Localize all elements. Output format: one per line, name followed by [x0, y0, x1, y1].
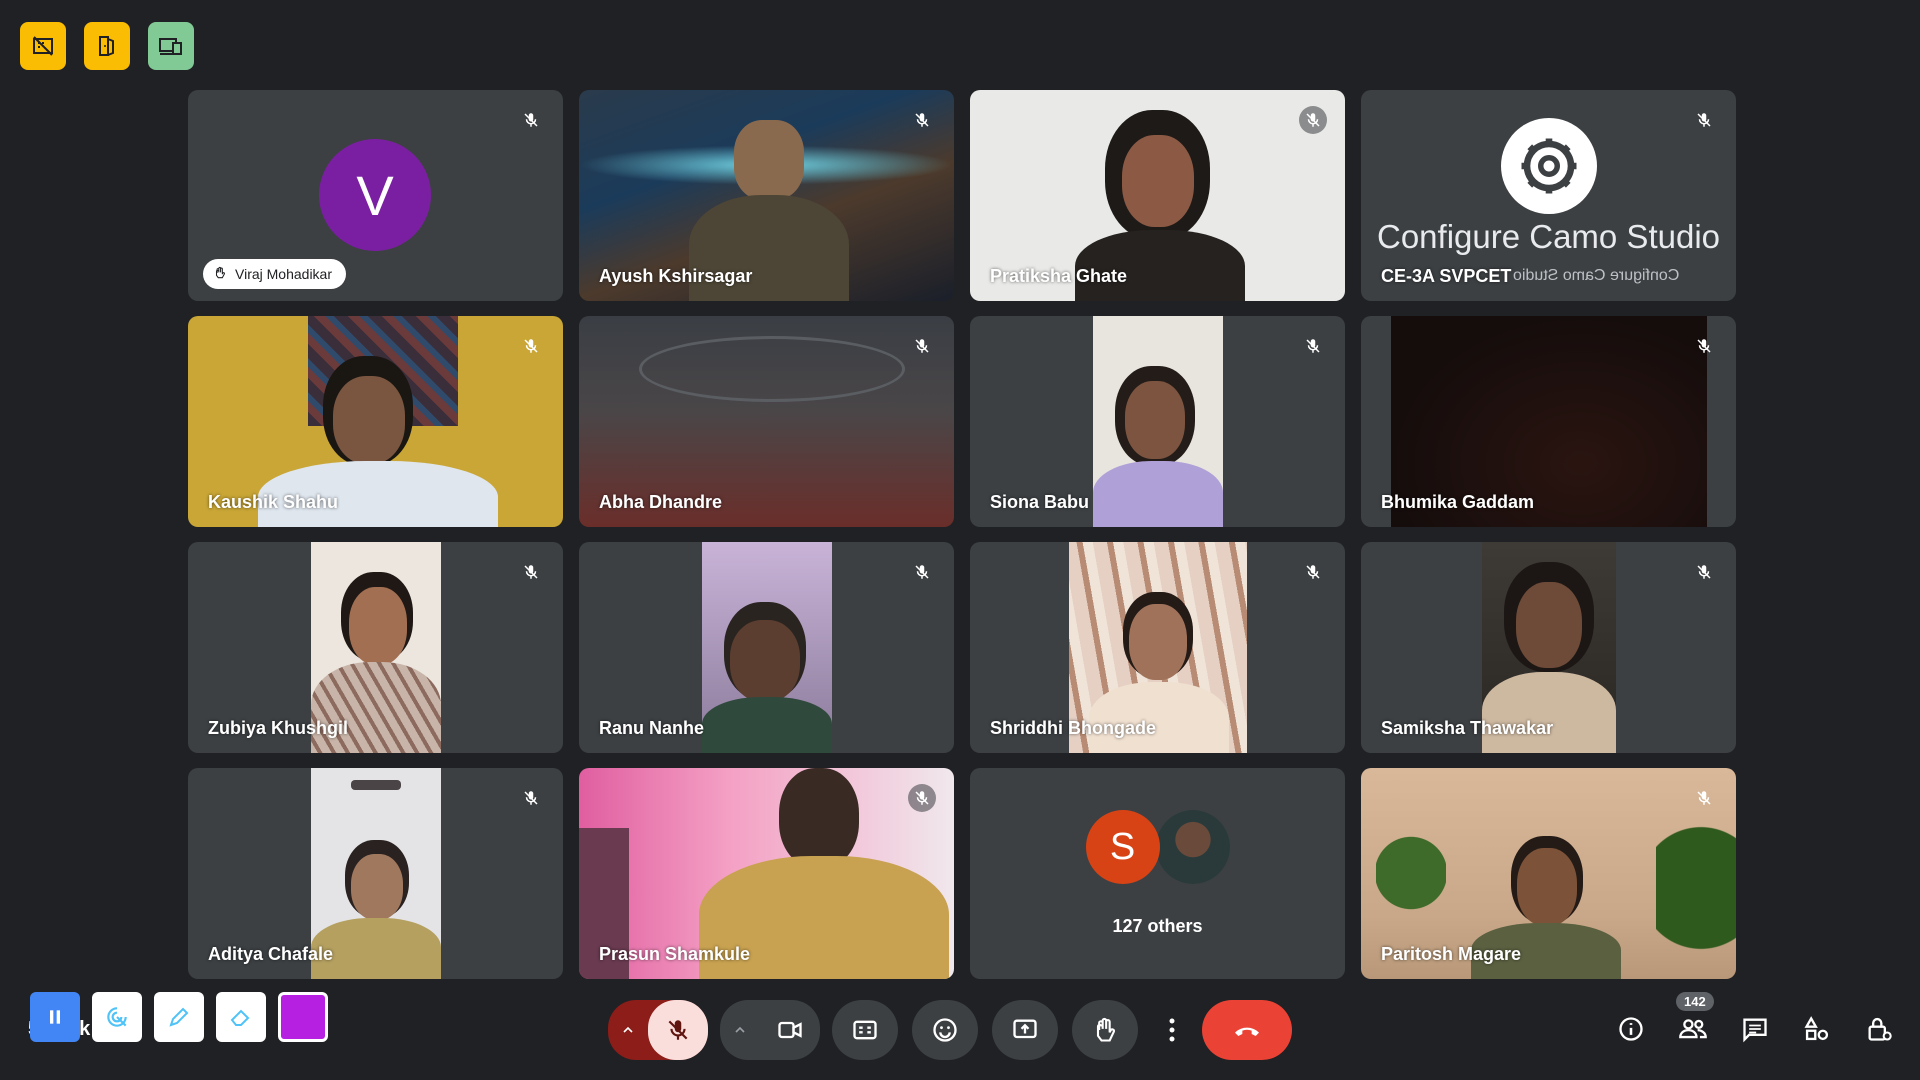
door-icon[interactable]: [84, 22, 130, 70]
avatar: S: [1085, 810, 1160, 884]
side-panel-controls: 142: [1612, 992, 1898, 1052]
leave-call-button[interactable]: [1202, 1000, 1292, 1060]
person-head: [333, 376, 405, 464]
mic-off-icon: [1299, 558, 1327, 586]
participant-tile[interactable]: Pratiksha Ghate: [970, 90, 1345, 301]
raise-hand-button[interactable]: [1072, 1000, 1138, 1060]
mic-off-icon: [1299, 332, 1327, 360]
participant-tile[interactable]: Bhumika Gaddam: [1361, 316, 1736, 527]
participant-name: Paritosh Magare: [1381, 944, 1522, 964]
laser-pointer-button[interactable]: [92, 992, 142, 1042]
plant: [1656, 788, 1736, 979]
participant-name: Zubiya Khushgil: [208, 718, 349, 738]
participant-name: Ayush Kshirsagar: [599, 266, 753, 286]
captions-button[interactable]: [832, 1000, 898, 1060]
top-toolbar: [20, 22, 194, 70]
mic-off-icon: [908, 558, 936, 586]
participant-tile[interactable]: V Viraj Mohadikar: [188, 90, 563, 301]
ceiling: [639, 336, 905, 402]
participant-name: Kaushik Shahu: [208, 492, 339, 512]
avatar: V: [319, 139, 431, 251]
emoji-button[interactable]: [912, 1000, 978, 1060]
pause-button[interactable]: [30, 992, 80, 1042]
participant-grid: V Viraj Mohadikar Ayush Kshirsagar Prati…: [188, 90, 1736, 979]
participant-tile[interactable]: Abha Dhandre: [579, 316, 954, 527]
video-feed: [701, 542, 832, 753]
hide-video-icon[interactable]: [20, 22, 66, 70]
others-avatars: S: [970, 810, 1345, 884]
person-head: [1517, 848, 1577, 926]
participant-name: CE-3A SVPCET: [1381, 266, 1512, 286]
participant-tile[interactable]: Kaushik Shahu: [188, 316, 563, 527]
mic-off-icon: [517, 558, 545, 586]
participant-name: Samiksha Thawakar: [1381, 718, 1554, 738]
mic-off-icon: [1690, 106, 1718, 134]
camera-options-button[interactable]: [720, 1000, 760, 1060]
camo-logo-icon: [1501, 118, 1597, 214]
mic-off-icon: [517, 332, 545, 360]
mic-off-icon: [517, 784, 545, 812]
participant-tile[interactable]: Ranu Nanhe: [579, 542, 954, 753]
participant-tile[interactable]: Zubiya Khushgil: [188, 542, 563, 753]
avatar: [1155, 810, 1230, 884]
participant-tile[interactable]: Paritosh Magare: [1361, 768, 1736, 979]
name-chip: Viraj Mohadikar: [203, 259, 347, 289]
participant-name: Pratiksha Ghate: [990, 266, 1128, 286]
participant-name: Siona Babu: [990, 492, 1090, 512]
mic-options-button[interactable]: [608, 1000, 648, 1060]
participant-name: Abha Dhandre: [599, 492, 723, 512]
color-picker-button[interactable]: [278, 992, 328, 1042]
camo-title: Configure Camo Studio: [1376, 218, 1721, 255]
mic-off-icon: [1299, 106, 1327, 134]
mic-off-icon: [908, 332, 936, 360]
raised-hand-icon: [213, 266, 227, 283]
more-options-button[interactable]: [1152, 1000, 1192, 1060]
participant-name: Viraj Mohadikar: [235, 266, 333, 282]
present-screen-button[interactable]: [992, 1000, 1058, 1060]
host-controls-button[interactable]: [1860, 1006, 1898, 1052]
mic-group: [608, 1000, 708, 1060]
participant-name: Aditya Chafale: [208, 944, 334, 964]
chat-button[interactable]: [1736, 1006, 1774, 1052]
participant-tile[interactable]: Aditya Chafale: [188, 768, 563, 979]
participant-tile[interactable]: Configure Camo Studio Configure Camo Stu…: [1361, 90, 1736, 301]
participant-name: Ranu Nanhe: [599, 718, 705, 738]
person-head: [779, 768, 859, 868]
plant: [1376, 818, 1446, 928]
participant-name: Shriddhi Bhongade: [990, 718, 1156, 738]
participant-tile[interactable]: Prasun Shamkule: [579, 768, 954, 979]
mic-off-icon: [908, 106, 936, 134]
activities-button[interactable]: [1798, 1006, 1836, 1052]
mirrored-text: Configure Camo Studio: [1513, 267, 1680, 284]
participant-name: Bhumika Gaddam: [1381, 492, 1535, 512]
meeting-details-button[interactable]: [1612, 1006, 1650, 1052]
camera-button[interactable]: [760, 1000, 820, 1060]
others-count: 127 others: [1112, 916, 1203, 936]
participant-tile[interactable]: Shriddhi Bhongade: [970, 542, 1345, 753]
video-feed: [1092, 316, 1223, 527]
person-head: [734, 120, 804, 200]
participant-name: Prasun Shamkule: [599, 944, 751, 964]
call-controls: [608, 1000, 1292, 1060]
participant-tile[interactable]: Siona Babu: [970, 316, 1345, 527]
mic-off-icon: [1690, 558, 1718, 586]
person-head: [1122, 135, 1194, 227]
participant-tile[interactable]: Samiksha Thawakar: [1361, 542, 1736, 753]
annotation-toolbar: [30, 992, 340, 1042]
others-tile[interactable]: S 127 others: [970, 768, 1345, 979]
eraser-button[interactable]: [216, 992, 266, 1042]
microphone-button[interactable]: [648, 1000, 708, 1060]
mic-off-icon: [1690, 784, 1718, 812]
people-button[interactable]: 142: [1674, 992, 1714, 1052]
participant-tile[interactable]: Ayush Kshirsagar: [579, 90, 954, 301]
devices-icon[interactable]: [148, 22, 194, 70]
mic-off-icon: [1690, 332, 1718, 360]
mic-off-icon: [908, 784, 936, 812]
pen-button[interactable]: [154, 992, 204, 1042]
people-count-badge: 142: [1676, 992, 1714, 1011]
mic-off-icon: [517, 106, 545, 134]
camera-group: [720, 1000, 820, 1060]
